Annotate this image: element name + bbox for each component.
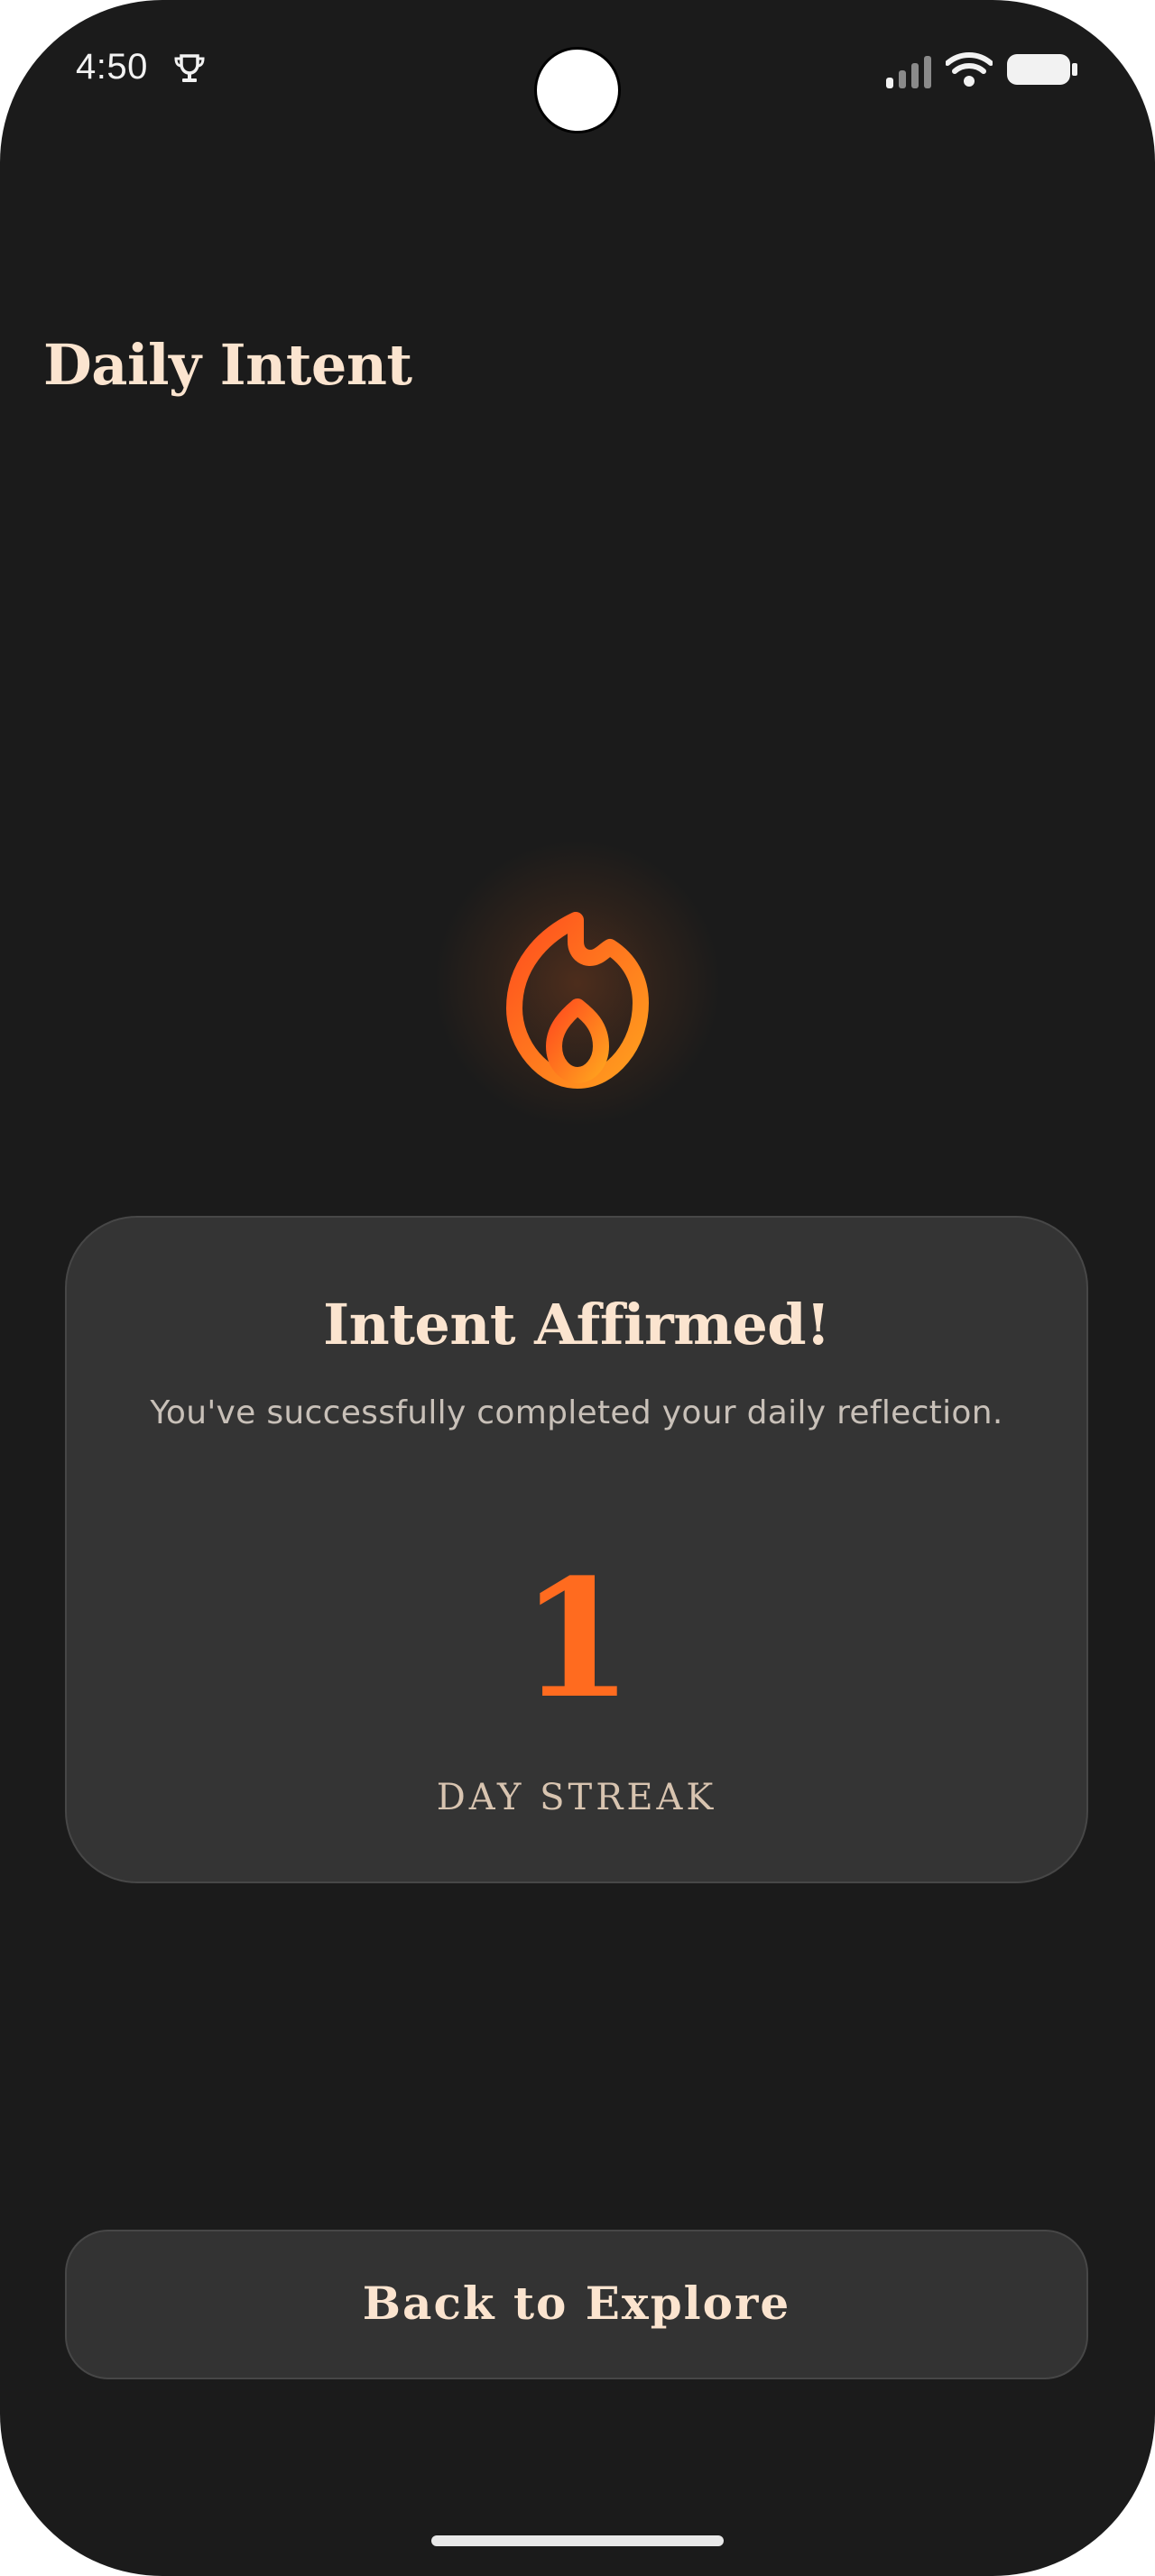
wifi-icon [946, 52, 993, 87]
success-card: Intent Affirmed! You've successfully com… [65, 1216, 1088, 1883]
page-title: Daily Intent [43, 332, 412, 398]
streak-label: DAY STREAK [436, 1777, 717, 1818]
front-camera [534, 47, 621, 133]
trophy-icon [174, 54, 205, 82]
battery-icon [1007, 54, 1077, 85]
card-title: Intent Affirmed! [323, 1292, 830, 1357]
signal-icon [886, 56, 931, 88]
streak-count: 1 [520, 1544, 633, 1734]
flame-icon [506, 912, 649, 1089]
phone-screen: 4:50 Daily Intent Intent Affirmed! You'v… [0, 0, 1155, 2576]
back-to-explore-button[interactable]: Back to Explore [65, 2230, 1088, 2379]
card-subtitle: You've successfully completed your daily… [150, 1394, 1003, 1431]
status-bar: 4:50 [0, 0, 1155, 144]
status-time: 4:50 [76, 47, 148, 87]
home-indicator[interactable] [431, 2535, 724, 2546]
